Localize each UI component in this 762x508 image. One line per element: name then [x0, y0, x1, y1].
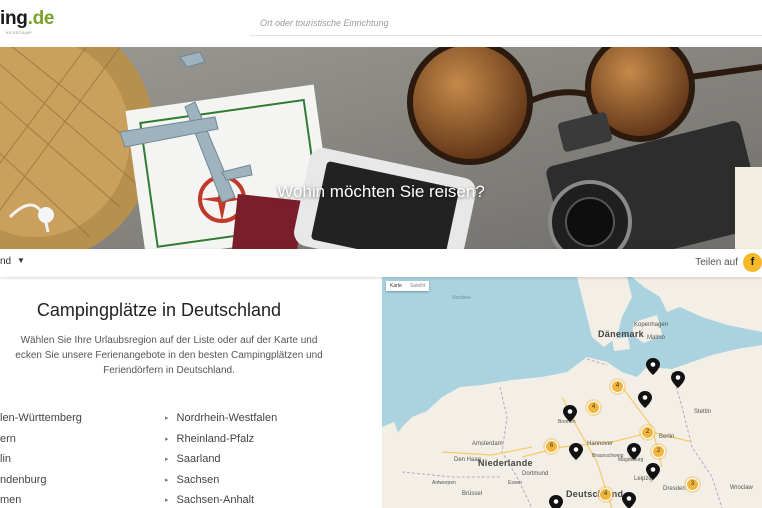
map-label: Den Haag	[454, 457, 482, 463]
hero-title: Wohin möchten Sie reisen?	[277, 182, 485, 201]
chevron-down-icon[interactable]: ▼	[17, 256, 25, 265]
map-label: Dresden	[663, 486, 686, 492]
search-box[interactable]	[250, 10, 762, 36]
bullet-icon: ▸	[165, 497, 169, 504]
map-label: Malmö	[647, 335, 666, 341]
hero-banner: Wohin möchten Sie reisen?	[0, 47, 762, 249]
region-label: Sachsen-Anhalt	[176, 494, 255, 506]
region-label: Nordrhein-Westfalen	[176, 412, 278, 424]
bullet-icon: ▸	[165, 476, 169, 484]
map-label: Brüssel	[462, 491, 483, 497]
bullet-icon: ▸	[165, 415, 169, 422]
intro-text: Wählen Sie Ihre Urlaubsregion auf der Li…	[15, 335, 323, 376]
region-link[interactable]: lin	[0, 452, 82, 473]
country-select[interactable]: nd	[0, 256, 11, 267]
campsite-cluster[interactable]: 4	[611, 380, 624, 393]
region-list-left: len-Württemberg ern lin ndenburg men	[0, 411, 82, 508]
campsite-cluster[interactable]: 3	[686, 478, 699, 491]
map-tab-satellit[interactable]: Satellit	[406, 281, 429, 291]
facebook-share-icon[interactable]: f	[743, 253, 762, 272]
map-marker-icon[interactable]	[622, 492, 636, 508]
map-label: Kopenhagen	[634, 322, 669, 328]
search-input[interactable]	[250, 10, 762, 35]
map-label: Wroclaw	[730, 485, 753, 491]
map-label: Dortmund	[522, 471, 549, 477]
region-label: Saarland	[176, 453, 221, 465]
map-label: Niederlande	[478, 458, 533, 468]
logo-name: ing	[0, 8, 28, 29]
region-link[interactable]: ern	[0, 432, 82, 453]
map-label: Deutschland	[566, 489, 624, 499]
region-link[interactable]: ▸ Nordrhein-Westfalen	[165, 411, 277, 432]
sub-navigation-bar: nd ▼ Teilen auf f	[0, 249, 762, 277]
map-base-layer	[382, 277, 762, 508]
map-label: Berlin	[659, 434, 675, 440]
region-list-right: ▸ Nordrhein-Westfalen ▸ Rheinland-Pfalz ▸ S…	[165, 411, 277, 508]
site-header: ing.de KESSCAMP	[0, 0, 762, 47]
bullet-icon: ▸	[165, 456, 169, 463]
map-label: Antwerpen	[432, 480, 456, 486]
logo-tld: .de	[27, 8, 55, 29]
region-link[interactable]: ▸ Sachsen-Anhalt	[165, 493, 277, 508]
map-marker-icon[interactable]	[646, 463, 660, 480]
map-marker-icon[interactable]	[638, 391, 652, 408]
region-link[interactable]: len-Württemberg	[0, 411, 82, 432]
map-label: Hannover	[587, 441, 614, 447]
region-link[interactable]: ▸ Saarland	[165, 452, 277, 473]
region-label: Rheinland-Pfalz	[176, 432, 255, 445]
map-marker-icon[interactable]	[549, 495, 563, 508]
map-marker-icon[interactable]	[569, 443, 583, 460]
campsite-cluster[interactable]: 4	[587, 401, 600, 414]
map-label: Nordsee	[452, 295, 471, 301]
campsite-cluster[interactable]: 4	[599, 488, 612, 501]
map-label: Stettin	[694, 409, 712, 415]
map-marker-icon[interactable]	[646, 358, 660, 375]
map-marker-icon[interactable]	[563, 405, 577, 422]
logo[interactable]: ing.de	[0, 8, 54, 30]
map-label: Essen	[508, 480, 522, 486]
campsite-cluster[interactable]: 2	[641, 426, 654, 439]
region-link[interactable]: ▸ Sachsen	[165, 473, 277, 494]
bullet-icon: ▸	[165, 435, 169, 443]
share-label: Teilen auf	[695, 257, 738, 268]
map-tab-karte[interactable]: Karte	[386, 281, 406, 291]
region-link[interactable]: men	[0, 493, 82, 508]
map-label: Dänemark	[598, 329, 644, 339]
region-label: Sachsen	[176, 473, 220, 486]
map-type-toggle[interactable]: Karte Satellit	[386, 281, 429, 291]
campsite-map[interactable]: Karte Satellit Nordsee Dänemark Kopenhag…	[382, 277, 762, 508]
page-title: Campingplätze in Deutschland	[36, 300, 282, 320]
campsite-cluster[interactable]: 2	[652, 445, 665, 458]
map-marker-icon[interactable]	[671, 371, 685, 388]
logo-subtitle: KESSCAMP	[6, 30, 33, 35]
region-link[interactable]: ndenburg	[0, 473, 82, 494]
map-marker-icon[interactable]	[627, 443, 641, 460]
map-label: Amsterdam	[472, 441, 503, 447]
region-link[interactable]: ▸ Rheinland-Pfalz	[165, 432, 277, 453]
region-list-panel: Campingplätze in Deutschland Wählen Sie …	[0, 277, 382, 508]
campsite-cluster[interactable]: 6	[545, 440, 558, 453]
hero-travel-illustration	[0, 47, 762, 249]
